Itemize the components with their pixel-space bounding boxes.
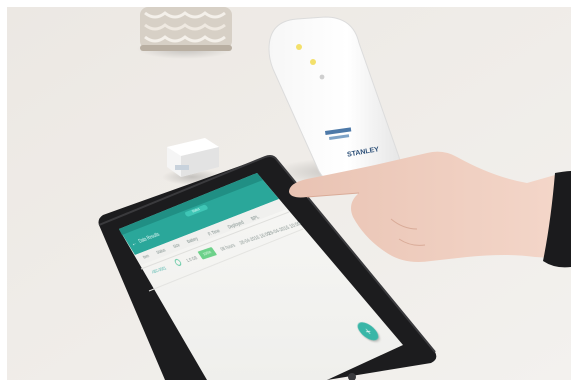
- column-header[interactable]: P. Time: [207, 228, 222, 237]
- photo-scene: STANLEY ← Data Results Status Item Statu…: [0, 0, 578, 387]
- column-header[interactable]: Battery: [186, 236, 199, 244]
- back-arrow-icon[interactable]: ←: [129, 239, 138, 248]
- battery-value: 100%: [197, 247, 217, 260]
- status-pill-label: Status: [184, 204, 209, 217]
- plus-icon: +: [353, 321, 382, 342]
- table-cell: 28-04-2016 16:00: [238, 231, 272, 246]
- column-header[interactable]: BPL: [249, 214, 260, 221]
- status-circle-icon: [173, 258, 182, 266]
- row-id[interactable]: ABC-0001: [151, 265, 168, 274]
- lace-jar: [137, 7, 233, 59]
- table-cell: 08 hours: [219, 242, 236, 252]
- table-cell: 29-04-2016 10:00: [266, 220, 302, 236]
- column-header[interactable]: Deployed: [226, 219, 245, 229]
- status-pill[interactable]: Status: [184, 204, 209, 217]
- column-header[interactable]: Size: [172, 242, 181, 249]
- battery-badge: 100%: [197, 247, 217, 260]
- column-header[interactable]: Status: [155, 247, 166, 255]
- column-header[interactable]: Item: [142, 253, 150, 260]
- add-fab-button[interactable]: +: [353, 321, 382, 342]
- app-title: Data Results: [137, 231, 160, 244]
- table-cell: 1.0 GB: [185, 255, 198, 263]
- photo-frame: STANLEY ← Data Results Status Item Statu…: [7, 7, 571, 380]
